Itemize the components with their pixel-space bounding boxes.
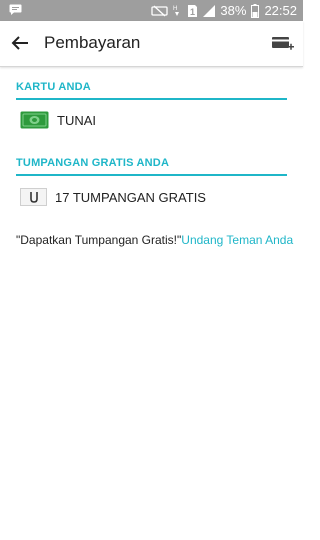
signal-icon <box>203 4 216 17</box>
status-bar: H 1 38% 22:52 <box>0 0 303 21</box>
invite-friends-link[interactable]: Undang Teman Anda <box>181 233 293 247</box>
free-rides-item[interactable]: 17 TUMPANGAN GRATIS <box>20 184 206 210</box>
page-title: Pembayaran <box>44 33 141 52</box>
network-type-icon: H <box>173 6 180 16</box>
add-payment-card-icon[interactable] <box>272 35 294 53</box>
section-header-cards: KARTU ANDA <box>16 80 287 100</box>
back-arrow-icon[interactable] <box>10 33 30 53</box>
free-rides-label: 17 TUMPANGAN GRATIS <box>55 189 206 205</box>
uber-u-icon <box>20 188 47 206</box>
app-bar: Pembayaran <box>0 21 303 67</box>
section-header-free-rides: TUMPANGAN GRATIS ANDA <box>16 156 287 176</box>
message-notification-icon <box>9 4 22 15</box>
payment-method-cash[interactable]: TUNAI <box>20 107 96 133</box>
invite-line: "Dapatkan Tumpangan Gratis!"Undang Teman… <box>16 233 293 247</box>
sim-1-icon: 1 <box>188 4 198 17</box>
cash-icon <box>20 111 49 129</box>
invite-prompt: "Dapatkan Tumpangan Gratis!" <box>16 233 182 247</box>
battery-percent: 38% <box>220 3 247 18</box>
payment-method-label: TUNAI <box>57 112 96 128</box>
clock: 22:52 <box>264 3 297 18</box>
battery-icon <box>251 3 260 18</box>
svg-text:H: H <box>173 6 177 12</box>
svg-text:1: 1 <box>190 7 195 17</box>
mute-icon <box>151 5 169 16</box>
